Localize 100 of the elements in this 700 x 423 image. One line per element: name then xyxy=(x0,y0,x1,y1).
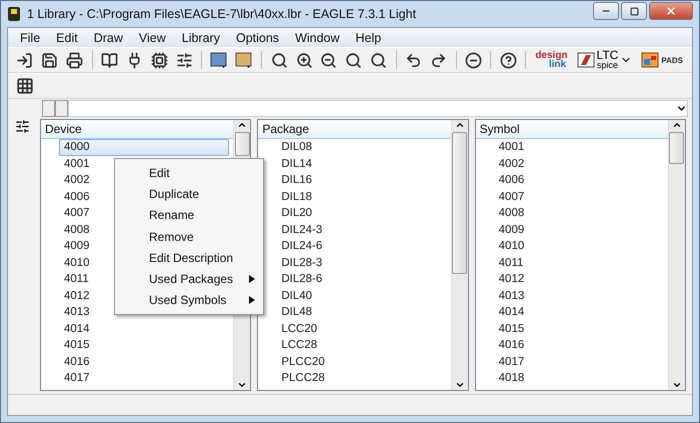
list-item[interactable]: 4007 xyxy=(59,205,91,222)
command-field[interactable] xyxy=(68,100,688,116)
close-icon xyxy=(665,5,677,17)
list-item[interactable]: DIL48 xyxy=(276,304,314,320)
list-item[interactable]: 4012 xyxy=(494,271,526,288)
list-item[interactable]: 4015 xyxy=(59,337,91,354)
list-item[interactable]: 4017 xyxy=(59,370,91,386)
submenu-arrow-icon xyxy=(249,275,255,284)
list-item[interactable]: 4000 xyxy=(59,139,229,156)
zoom-select-icon xyxy=(345,52,362,68)
menu-item[interactable]: Help xyxy=(348,30,390,44)
list-item[interactable]: DIL16 xyxy=(276,172,314,188)
save-icon xyxy=(41,52,58,68)
context-menu-item[interactable]: Remove xyxy=(115,226,263,248)
list-item[interactable]: 4014 xyxy=(494,304,526,320)
column-header[interactable]: Package xyxy=(258,120,451,139)
grid-icon xyxy=(16,77,34,95)
list-item[interactable]: DIL14 xyxy=(276,156,314,172)
list-item[interactable]: DIL18 xyxy=(276,188,314,205)
scrollbar[interactable] xyxy=(450,120,468,390)
list-item[interactable]: 4006 xyxy=(494,172,526,188)
list-item[interactable]: 4011 xyxy=(494,254,524,271)
menu-item[interactable]: Library xyxy=(174,30,228,44)
window-title: 1 Library - C:\Program Files\EAGLE-7\lbr\40xx.lbr - EAGLE 7.3.1 Light xyxy=(27,7,418,21)
scroll-down-icon xyxy=(454,380,465,390)
sliders-icon xyxy=(176,52,193,68)
list-item[interactable]: LCC20 xyxy=(276,320,318,337)
list-item[interactable]: DIL08 xyxy=(276,139,314,156)
list-item[interactable]: 4001 xyxy=(494,139,526,156)
list-item[interactable]: 4013 xyxy=(494,288,526,304)
book-icon xyxy=(101,52,118,68)
scroll-up-icon xyxy=(672,120,682,130)
list-item[interactable]: 4015 xyxy=(494,320,526,337)
context-menu-item[interactable]: Edit Description xyxy=(115,247,263,268)
list-item[interactable]: DIL28-3 xyxy=(276,254,324,271)
scroll-thumb[interactable] xyxy=(669,132,684,164)
list-item[interactable]: 4017 xyxy=(494,354,526,370)
ltspice-button[interactable]: LTC spice xyxy=(574,49,636,71)
zoom-out-icon xyxy=(320,52,338,68)
list-item[interactable]: 4008 xyxy=(59,222,91,238)
list-item[interactable]: 4016 xyxy=(494,337,526,354)
list-item[interactable]: DIL28-6 xyxy=(276,271,324,288)
ltc-logo-icon xyxy=(576,52,595,68)
list-item[interactable]: PLCC28 xyxy=(276,370,326,386)
stop-icon xyxy=(464,52,482,68)
scroll-down-icon xyxy=(672,380,682,390)
column-header[interactable]: Symbol xyxy=(476,120,668,139)
menu-item[interactable]: Edit xyxy=(48,30,86,44)
menu-item[interactable]: Options xyxy=(228,30,288,44)
list-item[interactable]: DIL40 xyxy=(276,288,314,304)
designlink-button[interactable]: design link xyxy=(532,49,571,71)
list-item[interactable]: 4001 xyxy=(59,156,91,172)
context-menu-item[interactable]: Rename xyxy=(115,204,263,226)
scroll-down-icon xyxy=(237,380,248,390)
submenu-arrow-icon xyxy=(249,296,255,304)
menu-item[interactable]: View xyxy=(130,30,174,44)
context-menu-item[interactable]: Used Packages xyxy=(115,268,263,290)
list-item[interactable]: 4007 xyxy=(494,188,526,205)
scrollbar[interactable] xyxy=(668,120,685,390)
scroll-thumb[interactable] xyxy=(452,132,468,274)
list-item[interactable]: 4014 xyxy=(59,320,91,337)
list-item[interactable]: 4010 xyxy=(59,254,91,271)
print-icon xyxy=(66,52,84,68)
list-item[interactable]: DIL20 xyxy=(276,205,314,222)
list-item[interactable]: 4010 xyxy=(494,238,526,254)
pads-logo-icon xyxy=(641,52,660,68)
list-item[interactable]: 4009 xyxy=(59,238,91,254)
list-item[interactable]: 4002 xyxy=(494,156,526,172)
list-item[interactable]: 4008 xyxy=(494,205,526,222)
minimize-button[interactable] xyxy=(593,2,619,20)
list-item[interactable]: DIL24-3 xyxy=(276,222,324,238)
list-item[interactable]: 4013 xyxy=(59,304,91,320)
context-menu-item[interactable]: Duplicate xyxy=(115,183,263,205)
list-item[interactable]: 4016 xyxy=(59,354,91,370)
list-item[interactable]: 4018 xyxy=(494,370,526,386)
pads-button[interactable]: PADS xyxy=(638,49,686,71)
list-item[interactable]: 4002 xyxy=(59,172,91,188)
list-item[interactable]: LCC28 xyxy=(276,337,318,354)
close-button[interactable] xyxy=(649,2,693,20)
filter-icon[interactable] xyxy=(14,119,30,134)
list-item[interactable]: PLCC20 xyxy=(276,354,326,370)
list-item[interactable]: 4012 xyxy=(59,288,91,304)
script-icon xyxy=(210,51,228,69)
context-menu-item[interactable]: Used Symbols xyxy=(115,290,263,312)
list-item[interactable]: 4006 xyxy=(59,188,91,205)
logo-text: design xyxy=(535,51,568,60)
list-item[interactable]: 4009 xyxy=(494,222,526,238)
list-item[interactable]: DIL24-6 xyxy=(276,238,324,254)
menu-item[interactable]: Window xyxy=(287,30,348,44)
menu-item[interactable]: File xyxy=(12,30,48,44)
scroll-thumb[interactable] xyxy=(234,132,250,156)
scroll-up-icon xyxy=(237,120,248,130)
ulp-icon xyxy=(235,51,254,69)
menu-item[interactable]: Draw xyxy=(86,30,131,44)
maximize-button[interactable] xyxy=(621,2,647,20)
context-menu-item[interactable]: Edit xyxy=(115,162,263,184)
column-header[interactable]: Device xyxy=(41,120,234,139)
logo-text: spice xyxy=(596,60,618,70)
list-item[interactable]: 4011 xyxy=(59,271,90,288)
zoom-in-icon xyxy=(296,52,313,68)
